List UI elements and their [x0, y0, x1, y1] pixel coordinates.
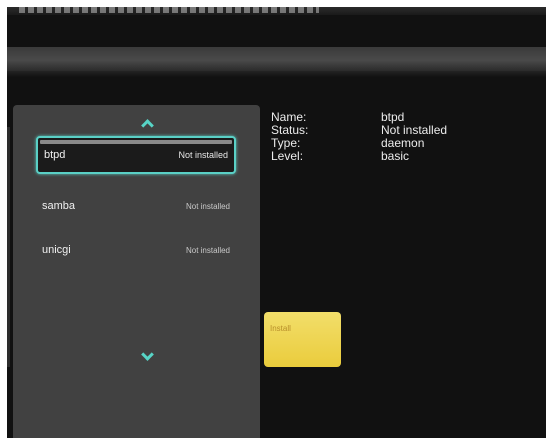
detail-label: Level:: [271, 149, 304, 163]
install-button[interactable]: Install: [264, 312, 341, 367]
package-list: btpd Not installed samba Not installed u…: [13, 105, 260, 438]
list-item-name: btpd: [44, 149, 66, 161]
garbled-title: [19, 7, 319, 13]
app-screen: btpd Not installed samba Not installed u…: [7, 7, 546, 438]
package-details: Name: btpd Status: Not installed Type: d…: [271, 111, 531, 163]
list-item-status: Not installed: [185, 245, 230, 255]
header-shadow: [7, 71, 546, 77]
header-band: [7, 47, 546, 71]
list-item-btpd[interactable]: btpd Not installed: [36, 136, 236, 174]
top-strip: [7, 7, 546, 15]
detail-row-level: Level: basic: [271, 150, 531, 163]
detail-value: basic: [381, 149, 410, 163]
list-item-unicgi[interactable]: unicgi Not installed: [36, 235, 236, 265]
list-item-status: Not installed: [185, 201, 230, 211]
list-item-samba[interactable]: samba Not installed: [36, 191, 236, 221]
chevron-down-icon[interactable]: [138, 348, 156, 363]
list-item-name: samba: [42, 200, 76, 212]
list-item-status: Not installed: [178, 150, 228, 160]
left-edge-bar: [7, 127, 10, 367]
chevron-up-icon[interactable]: [138, 117, 156, 132]
list-item-name: unicgi: [42, 244, 71, 256]
